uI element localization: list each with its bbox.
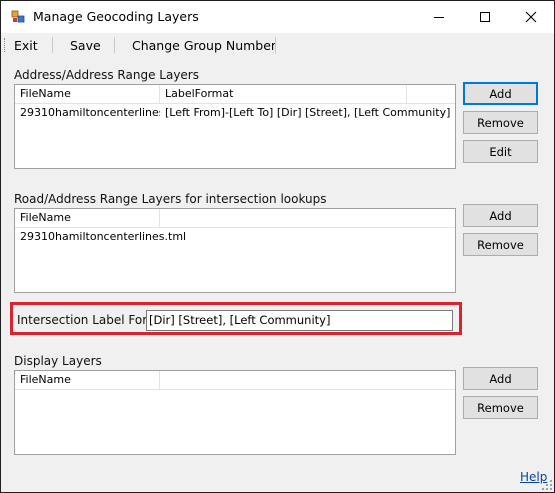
display-layers-list[interactable]: FileName [14,370,456,455]
intersection-label-format-input[interactable]: [Dir] [Street], [Left Community] [146,310,453,331]
app-window-icon [11,10,25,23]
menu-exit[interactable]: Exit [14,38,38,53]
column-header-empty[interactable] [160,209,455,227]
address-layers-list[interactable]: FileName LabelFormat 29310hamiltoncenter… [14,84,456,169]
dialog-window: Manage Geocoding Layers Exit Save Change… [0,0,555,493]
list-item[interactable]: 29310hamiltoncenterlines.tml [Left From]… [15,105,455,121]
road-layers-label: Road/Address Range Layers for intersecti… [14,192,327,206]
menu-save[interactable]: Save [70,38,101,53]
close-icon [525,11,537,23]
column-header-labelformat[interactable]: LabelFormat [160,85,407,103]
column-header-filename[interactable]: FileName [15,209,160,227]
menu-change-group-number[interactable]: Change Group Number [132,38,276,53]
filename-cell: 29310hamiltoncenterlines.tml [20,230,187,243]
minimize-icon [434,17,444,18]
display-layers-label: Display Layers [14,354,102,368]
address-layers-label: Address/Address Range Layers [14,68,199,82]
labelformat-cell: [Left From]-[Left To] [Dir] [Street], [L… [165,106,451,119]
list-header: FileName [15,209,455,228]
display-remove-button[interactable]: Remove [463,396,538,419]
window-title: Manage Geocoding Layers [33,9,199,24]
menu-separator [114,37,115,53]
maximize-button[interactable] [462,1,508,33]
title-bar: Manage Geocoding Layers [1,1,554,33]
menu-separator [52,37,53,53]
menu-bar: Exit Save Change Group Number [1,33,554,57]
resize-grip-icon[interactable] [542,480,552,490]
address-edit-button[interactable]: Edit [463,140,538,163]
road-add-button[interactable]: Add [463,204,538,227]
maximize-icon [480,12,490,22]
list-header: FileName [15,371,455,390]
address-add-button[interactable]: Add [463,82,538,105]
column-header-filename[interactable]: FileName [15,371,160,389]
display-add-button[interactable]: Add [463,367,538,390]
list-header: FileName LabelFormat [15,85,455,104]
road-remove-button[interactable]: Remove [463,233,538,256]
road-layers-list[interactable]: FileName 29310hamiltoncenterlines.tml [14,208,456,293]
filename-cell: 29310hamiltoncenterlines.tml [20,106,160,119]
column-header-empty[interactable] [407,85,455,103]
list-item[interactable]: 29310hamiltoncenterlines.tml [15,229,215,245]
address-remove-button[interactable]: Remove [463,111,538,134]
column-header-empty[interactable] [160,371,455,389]
close-button[interactable] [508,1,554,33]
minimize-button[interactable] [416,1,462,33]
toolbar-grip[interactable] [4,38,7,52]
menu-separator [275,37,276,53]
column-header-filename[interactable]: FileName [15,85,160,103]
